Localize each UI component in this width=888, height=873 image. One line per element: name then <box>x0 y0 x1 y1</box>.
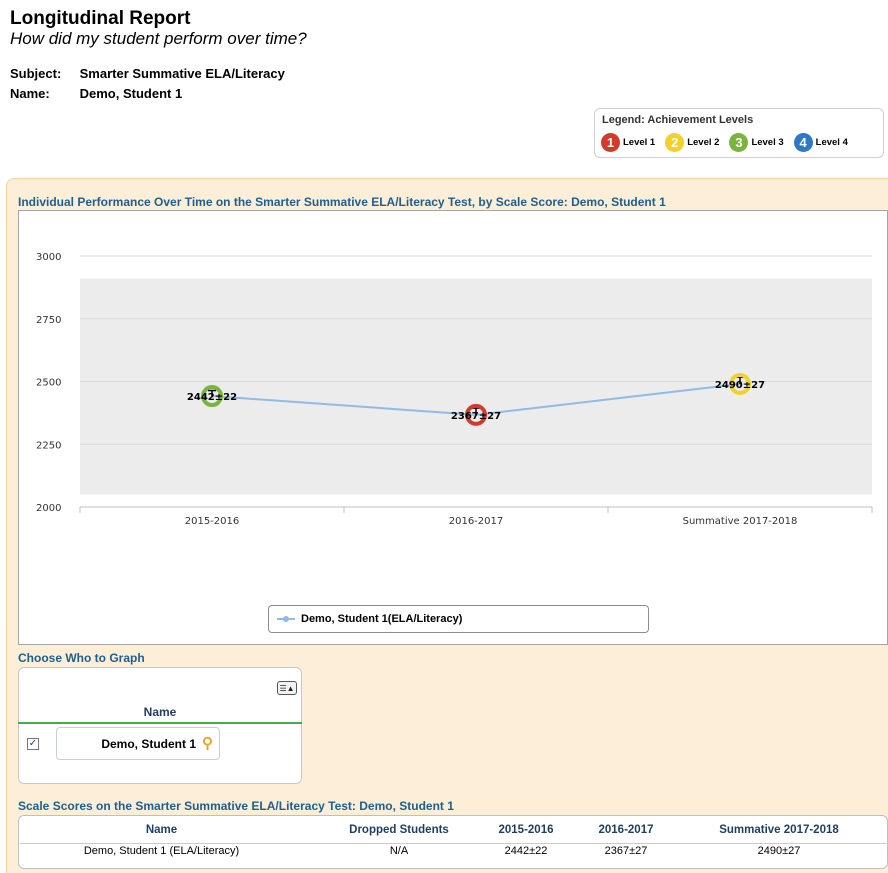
legend-level-1: 1 Level 1 <box>601 133 655 152</box>
chart-title: Individual Performance Over Time on the … <box>18 195 666 209</box>
legend-level-label: Level 3 <box>751 137 784 148</box>
subject-value: Smarter Summative ELA/Literacy <box>79 66 285 81</box>
legend-title: Legend: Achievement Levels <box>602 114 754 126</box>
header-divider <box>18 722 302 724</box>
student-name: Demo, Student 1 <box>101 736 196 751</box>
legend-level-label: Level 2 <box>687 137 720 148</box>
name-value: Demo, Student 1 <box>79 86 183 101</box>
name-row: Name: Demo, Student 1 <box>10 86 182 101</box>
y-tick-label: 2750 <box>36 315 61 326</box>
student-checkbox[interactable]: ✓ <box>27 738 39 750</box>
cell-2016: 2367±27 <box>604 845 648 857</box>
legend-level-label: Level 4 <box>815 137 848 148</box>
table-divider <box>20 843 888 844</box>
col-2015[interactable]: 2015-2016 <box>486 824 566 836</box>
level-4-icon: 4 <box>793 133 813 152</box>
cell-2017: 2490±27 <box>757 845 801 857</box>
col-name[interactable]: Name <box>89 824 234 836</box>
subject-row: Subject: Smarter Summative ELA/Literacy <box>10 66 285 81</box>
series-legend-label: Demo, Student 1(ELA/Literacy) <box>301 613 463 625</box>
scores-table-title: Scale Scores on the Smarter Summative EL… <box>18 799 454 813</box>
x-tick-label: 2015-2016 <box>185 516 240 527</box>
report-title: Longitudinal Report <box>10 8 191 29</box>
choose-who-panel <box>18 667 302 784</box>
data-label: 2490±27 <box>715 380 765 391</box>
legend-items: 1 Level 1 2 Level 2 3 Level 3 4 Level 4 <box>601 133 858 152</box>
legend-level-4: 4 Level 4 <box>793 133 848 152</box>
name-label: Name: <box>10 86 50 101</box>
legend-level-2: 2 Level 2 <box>665 133 719 152</box>
scores-table: Name Dropped Students 2015-2016 2016-201… <box>18 815 888 869</box>
cell-2015: 2442±22 <box>504 845 548 857</box>
y-tick-label: 2250 <box>36 440 61 451</box>
col-2016[interactable]: 2016-2017 <box>586 824 666 836</box>
list-toggle-icon[interactable]: ☰▲ <box>277 681 297 695</box>
data-label: 2442±22 <box>187 392 237 403</box>
series-legend-item[interactable]: Demo, Student 1(ELA/Literacy) <box>268 605 649 633</box>
cell-dropped: N/A <box>389 845 409 857</box>
student-name-field[interactable]: Demo, Student 1 ⚲ <box>56 727 220 760</box>
level-1-icon: 1 <box>601 133 620 152</box>
x-tick-label: 2016-2017 <box>449 516 504 527</box>
table-row: Demo, Student 1 (ELA/Literacy) N/A 2442±… <box>19 845 888 863</box>
level-3-icon: 3 <box>729 133 749 152</box>
table-header-row: Name Dropped Students 2015-2016 2016-201… <box>19 824 888 842</box>
performance-chart: 2000 2250 2500 2750 3000 2015-2016 2016-2017 Su… <box>36 252 873 527</box>
y-tick-label: 2500 <box>36 378 61 389</box>
search-icon[interactable]: ⚲ <box>202 736 213 751</box>
col-dropped[interactable]: Dropped Students <box>329 824 469 836</box>
series-line-icon <box>277 616 295 622</box>
data-label: 2367±27 <box>451 411 501 422</box>
achievement-legend: Legend: Achievement Levels 1 Level 1 2 Leve… <box>594 108 884 158</box>
level-2-icon: 2 <box>665 133 685 152</box>
report-subtitle: How did my student perform over time? <box>10 29 307 48</box>
legend-level-label: Level 1 <box>623 137 656 148</box>
legend-level-3: 3 Level 3 <box>729 133 784 152</box>
col-2017[interactable]: Summative 2017-2018 <box>704 824 854 836</box>
choose-who-title: Choose Who to Graph <box>18 651 145 665</box>
y-tick-label: 2000 <box>36 503 61 514</box>
y-tick-label: 3000 <box>36 252 61 263</box>
x-tick-label: Summative 2017-2018 <box>683 516 798 527</box>
subject-label: Subject: <box>10 66 62 81</box>
choose-name-header: Name <box>143 705 177 719</box>
cell-name: Demo, Student 1 (ELA/Literacy) <box>83 845 240 857</box>
